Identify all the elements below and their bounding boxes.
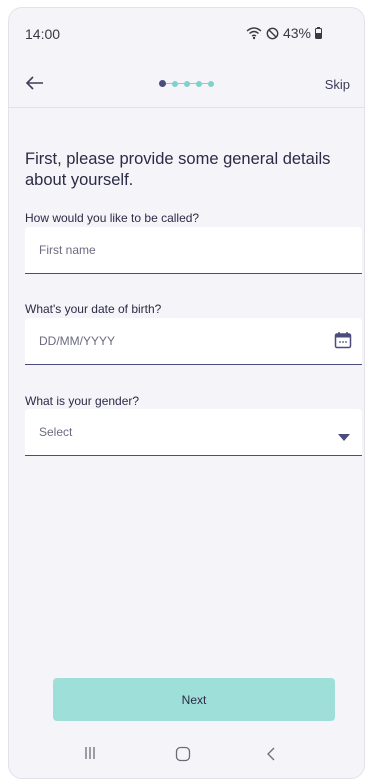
battery-icon <box>315 27 322 39</box>
back-arrow-icon[interactable] <box>23 71 47 95</box>
system-back-icon[interactable] <box>266 747 276 766</box>
status-time: 14:00 <box>25 26 61 42</box>
first-name-placeholder: First name <box>39 243 96 257</box>
name-label: How would you like to be called? <box>25 211 200 225</box>
progress-dot <box>208 80 214 87</box>
first-name-input[interactable]: First name <box>25 227 362 274</box>
gender-selected-value: Select <box>39 425 73 439</box>
page-title: First, please provide some general detai… <box>25 150 331 189</box>
dropdown-arrow-icon[interactable] <box>338 428 350 446</box>
progress-indicator <box>159 80 214 87</box>
phone-screen: 14:00 43% Skip First, please provide som… <box>8 7 365 779</box>
wifi-icon <box>246 26 262 40</box>
next-button[interactable]: Next <box>53 678 335 721</box>
progress-dot <box>159 80 166 87</box>
status-icons: 43% <box>246 25 322 41</box>
app-bar: Skip <box>9 58 364 108</box>
skip-button[interactable]: Skip <box>325 77 350 92</box>
recent-apps-icon[interactable] <box>83 746 97 765</box>
do-not-disturb-icon <box>266 27 279 40</box>
status-bar: 14:00 43% <box>9 8 364 58</box>
date-of-birth-input[interactable]: DD/MM/YYYY <box>25 318 362 365</box>
dob-label: What's your date of birth? <box>25 302 162 316</box>
gender-select[interactable]: Select <box>25 409 362 456</box>
system-nav-bar <box>9 732 364 778</box>
battery-percent: 43% <box>282 25 311 41</box>
dob-placeholder: DD/MM/YYYY <box>39 334 116 348</box>
gender-label: What is your gender? <box>25 394 140 408</box>
home-icon[interactable] <box>175 746 191 767</box>
calendar-icon[interactable] <box>334 331 352 354</box>
